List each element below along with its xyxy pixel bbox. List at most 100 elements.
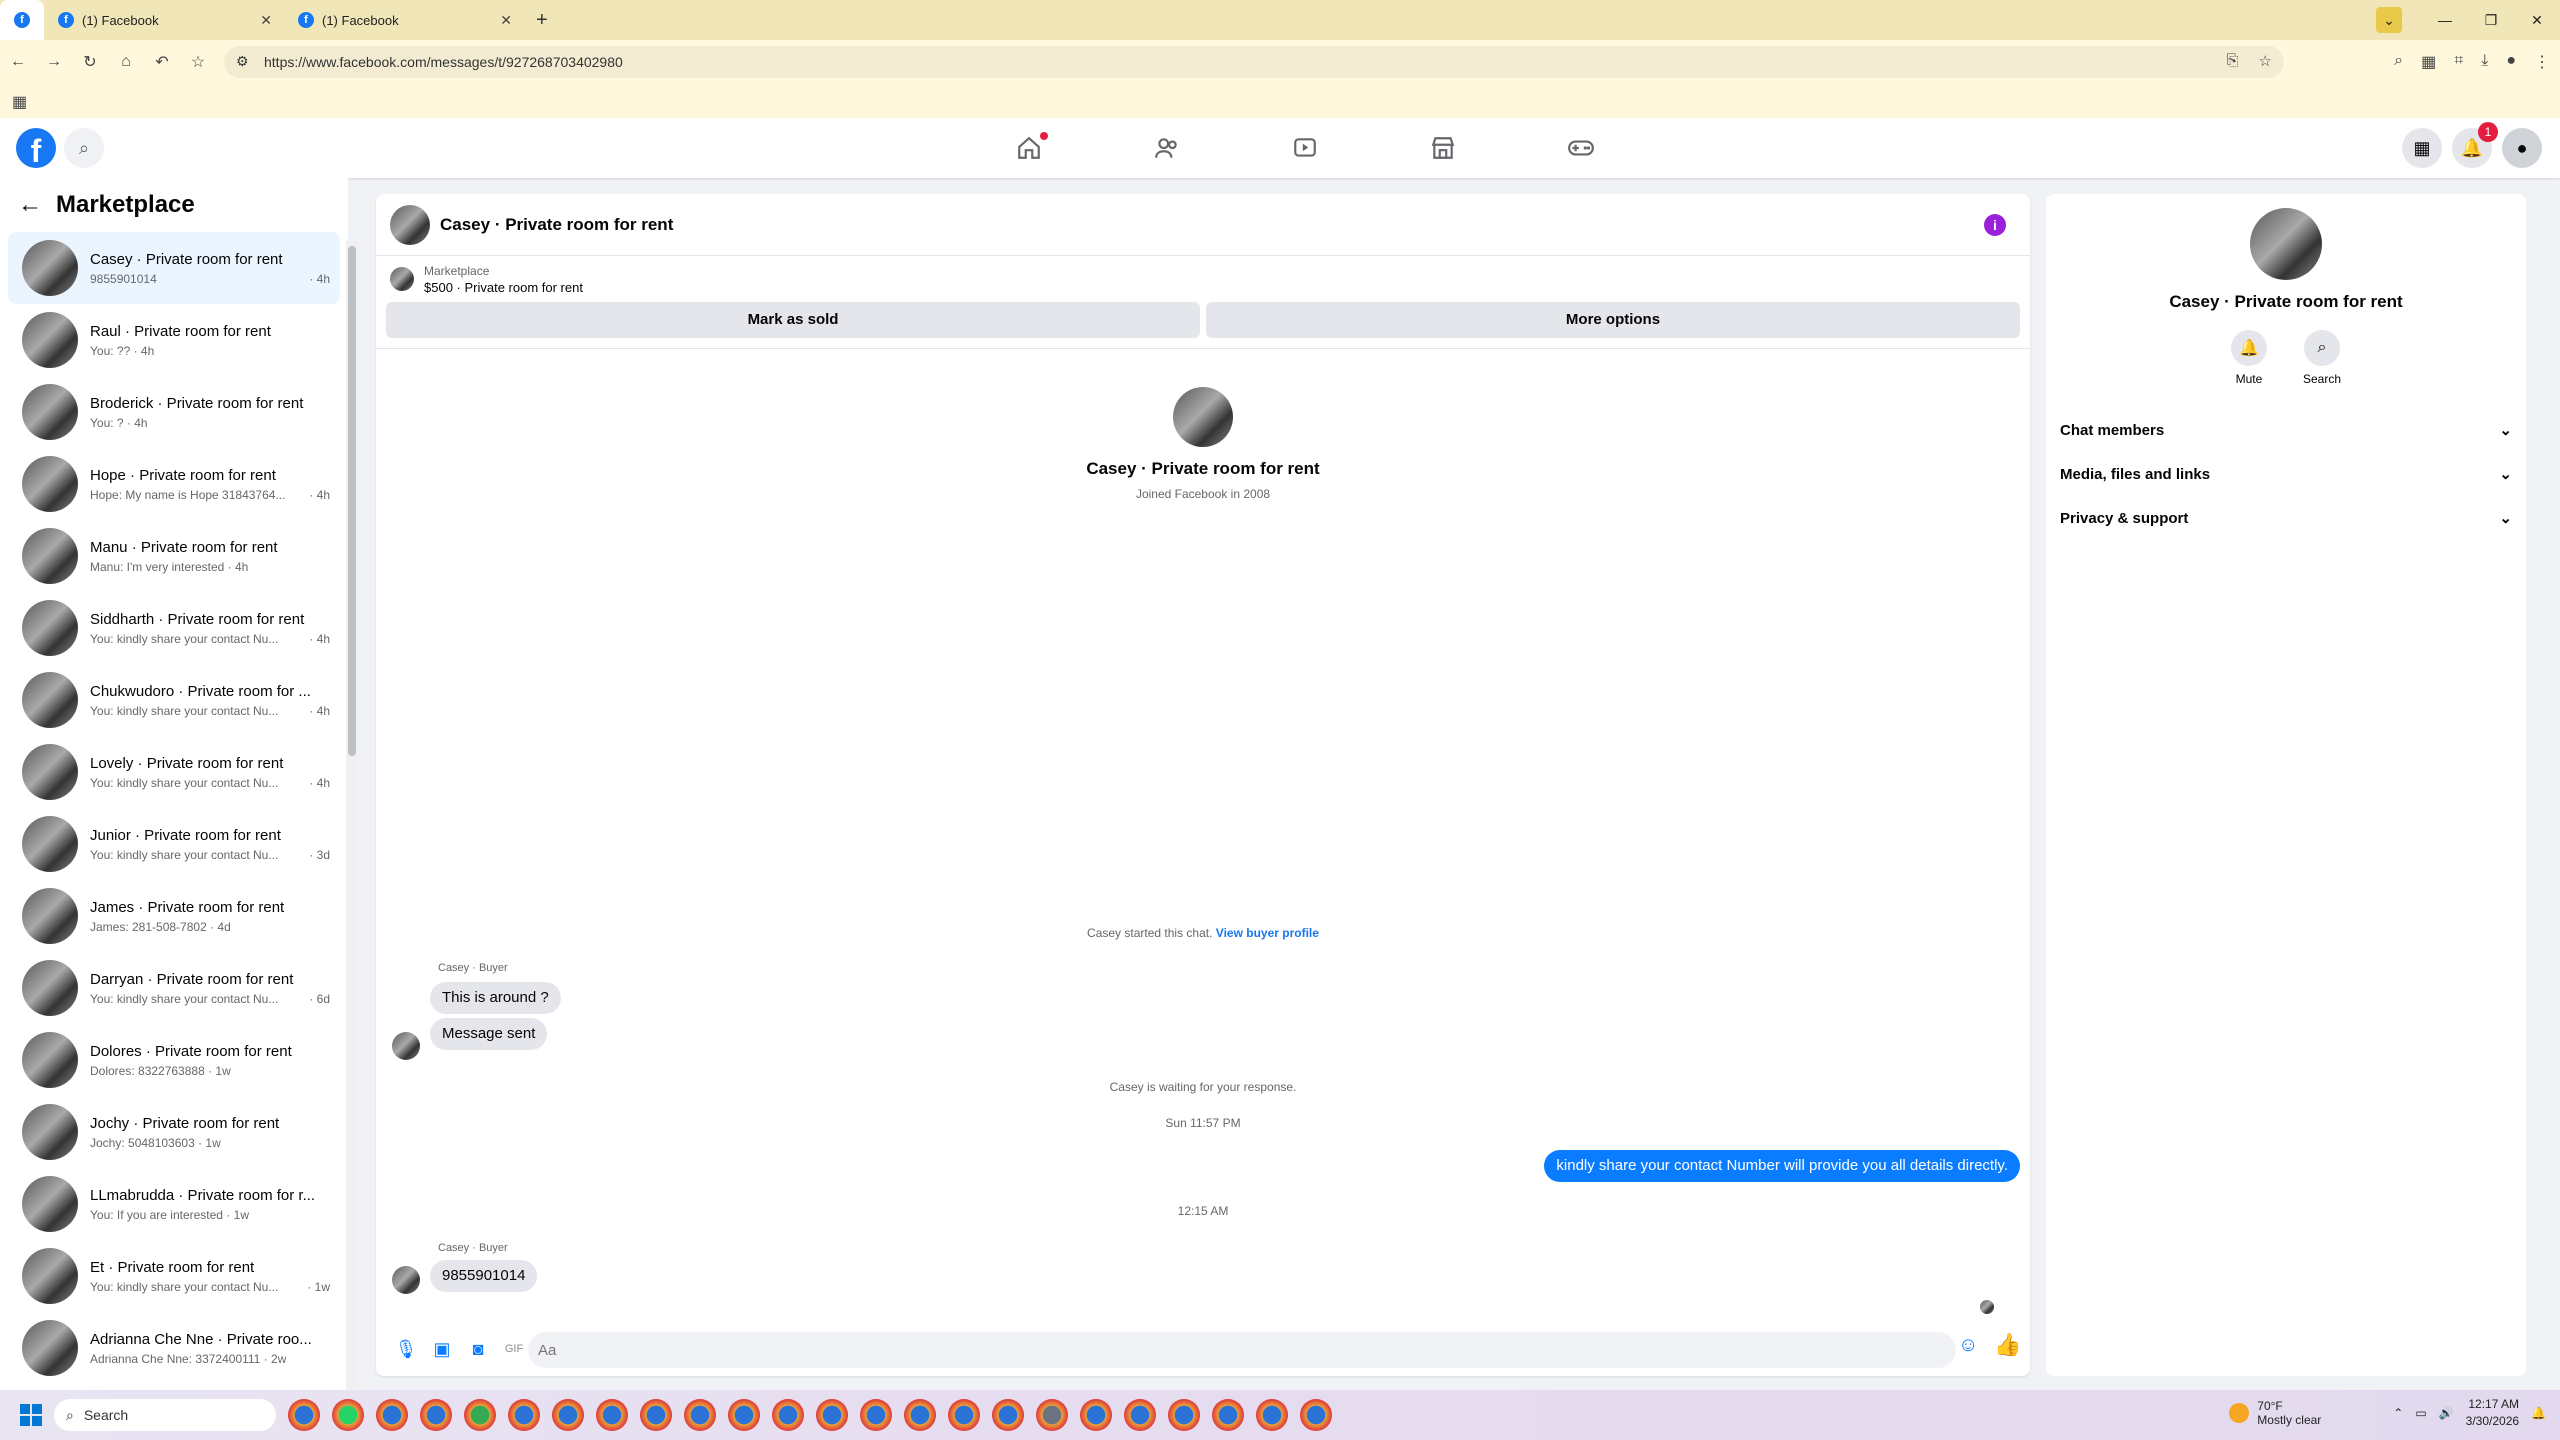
crop-icon[interactable]: ⌗ <box>2454 52 2463 72</box>
listing-summary[interactable]: Marketplace $500 · Private room for rent <box>376 256 2030 302</box>
home-tab[interactable] <box>960 118 1098 178</box>
conversation-item[interactable]: James · Private room for rent James: 281-… <box>8 880 340 952</box>
taskbar-app-icon[interactable] <box>1080 1399 1112 1431</box>
incoming-message[interactable]: 9855901014 <box>430 1260 538 1292</box>
bookmark-star-icon[interactable]: ☆ <box>180 52 216 72</box>
taskbar-app-icon[interactable] <box>728 1399 760 1431</box>
taskbar-app-icon[interactable] <box>288 1399 320 1431</box>
section-privacy-support[interactable]: Privacy & support ⌄ <box>2046 496 2526 540</box>
chat-avatar[interactable] <box>390 204 430 245</box>
facebook-logo-icon[interactable]: f <box>16 128 56 169</box>
conversation-item[interactable]: Manu · Private room for rent Manu: I'm ve… <box>8 520 340 592</box>
apps-grid-icon[interactable]: ▦ <box>12 92 27 112</box>
url-field[interactable]: ⚙ https://www.facebook.com/messages/t/92… <box>224 46 2284 78</box>
microphone-icon[interactable]: 🎙 <box>388 1331 424 1367</box>
taskbar-app-icon[interactable] <box>1300 1399 1332 1431</box>
conversation-item[interactable]: Adrianna Che Nne · Private roo... Adriann… <box>8 1312 340 1384</box>
taskbar-app-icon[interactable] <box>1256 1399 1288 1431</box>
site-info-icon[interactable]: ⚙ <box>236 53 249 70</box>
menu-grid-icon[interactable]: ▦ <box>2402 128 2442 168</box>
conversation-item[interactable]: Jochy · Private room for rent Jochy: 5048… <box>8 1096 340 1168</box>
incoming-message[interactable]: Message sent <box>430 1018 548 1050</box>
section-chat-members[interactable]: Chat members ⌄ <box>2046 408 2526 452</box>
taskbar-app-icon[interactable] <box>1124 1399 1156 1431</box>
friends-tab[interactable] <box>1098 118 1236 178</box>
view-buyer-profile-link[interactable]: View buyer profile <box>1216 926 1319 940</box>
chevron-up-icon[interactable]: ⌃ <box>2393 1406 2403 1420</box>
conversation-item[interactable]: Casey · Private room for rent 9855901014 ·… <box>8 232 340 304</box>
conversation-item[interactable]: Raul · Private room for rent You: ?? · 4h <box>8 304 340 376</box>
reload-icon[interactable]: ↻ <box>72 52 108 72</box>
gaming-tab[interactable] <box>1512 118 1650 178</box>
browser-tab[interactable]: f (1) Facebook ✕ <box>284 0 524 40</box>
new-tab-icon[interactable]: + <box>524 9 560 32</box>
chat-title[interactable]: Casey · Private room for rent <box>440 215 673 235</box>
taskbar-search[interactable]: ⌕ Search <box>54 1399 276 1431</box>
outgoing-message[interactable]: kindly share your contact Number will pr… <box>1544 1150 2020 1182</box>
notifications-button[interactable]: 🔔 1 <box>2452 122 2498 168</box>
clock[interactable]: 12:17 AM 3/30/2026 <box>2466 1396 2519 1430</box>
mark-as-sold-button[interactable]: Mark as sold <box>386 302 1200 338</box>
video-tab[interactable] <box>1236 118 1374 178</box>
close-window-icon[interactable]: ✕ <box>2514 12 2560 29</box>
conversation-item[interactable]: Darryan · Private room for rent You: kind… <box>8 952 340 1024</box>
taskbar-app-icon[interactable] <box>684 1399 716 1431</box>
sender-avatar[interactable] <box>392 1032 420 1060</box>
download-icon[interactable]: ⤓ <box>2481 52 2488 72</box>
conversation-item[interactable]: LLmabrudda · Private room for r... You: I… <box>8 1168 340 1240</box>
conversation-item[interactable]: Dolores · Private room for rent Dolores: … <box>8 1024 340 1096</box>
conversation-item[interactable]: Et · Private room for rent You: kindly sh… <box>8 1240 340 1312</box>
taskbar-app-icon[interactable] <box>772 1399 804 1431</box>
conversation-item[interactable]: Siddharth · Private room for rent You: ki… <box>8 592 340 664</box>
restore-icon[interactable]: ❐ <box>2468 12 2514 29</box>
volume-icon[interactable]: 🔊 <box>2439 1406 2454 1420</box>
account-avatar[interactable]: ● <box>2502 128 2542 168</box>
search-button[interactable]: ⌕ Search <box>2303 330 2341 386</box>
scrollbar-thumb[interactable] <box>348 246 356 756</box>
photo-icon[interactable]: ▣ <box>424 1331 460 1367</box>
taskbar-app-icon[interactable] <box>1036 1399 1068 1431</box>
extensions-icon[interactable]: ▦ <box>2421 52 2436 72</box>
minimize-icon[interactable]: — <box>2422 12 2468 28</box>
back-arrow-icon[interactable]: ← <box>18 191 42 219</box>
forward-icon[interactable]: → <box>36 53 72 71</box>
info-icon[interactable]: i <box>1984 214 2006 236</box>
taskbar-app-icon[interactable] <box>376 1399 408 1431</box>
message-input[interactable] <box>528 1332 1956 1368</box>
taskbar-app-icon[interactable] <box>508 1399 540 1431</box>
more-options-button[interactable]: More options <box>1206 302 2020 338</box>
search-icon[interactable]: ⌕ <box>64 128 104 168</box>
sidebar-scrollbar[interactable] <box>346 240 358 1390</box>
taskbar-app-icon[interactable] <box>1212 1399 1244 1431</box>
tab-search-chevron-icon[interactable]: ⌄ <box>2376 7 2402 33</box>
taskbar-app-icon[interactable] <box>552 1399 584 1431</box>
mute-button[interactable]: 🔔 Mute <box>2230 330 2267 386</box>
menu-icon[interactable]: ⋮ <box>2534 52 2550 72</box>
home-icon[interactable]: ⌂ <box>108 53 144 71</box>
undo-icon[interactable]: ↶ <box>144 52 180 72</box>
conversation-item[interactable]: Lovely · Private room for rent You: kindl… <box>8 736 340 808</box>
thumbs-up-icon[interactable]: 👍 <box>1994 1332 2021 1358</box>
zoom-icon[interactable]: ⌕ <box>2394 52 2403 72</box>
conversation-item[interactable]: Broderick · Private room for rent You: ? … <box>8 376 340 448</box>
profile-icon[interactable]: ● <box>2506 52 2516 72</box>
conversation-item[interactable]: Chukwudoro · Private room for ... You: ki… <box>8 664 340 736</box>
browser-tab-active[interactable]: f <box>0 0 44 40</box>
emoji-icon[interactable]: ☺ <box>1958 1334 1978 1357</box>
install-app-icon[interactable]: ⎘ <box>2227 52 2239 70</box>
close-tab-icon[interactable]: ✕ <box>500 12 512 29</box>
taskbar-app-icon[interactable] <box>948 1399 980 1431</box>
taskbar-app-icon[interactable] <box>992 1399 1024 1431</box>
weather-widget[interactable]: 70°F Mostly clear <box>2229 1399 2321 1427</box>
taskbar-app-icon[interactable] <box>904 1399 936 1431</box>
star-icon[interactable]: ☆ <box>2259 52 2272 70</box>
windows-start-icon[interactable] <box>20 1404 42 1426</box>
browser-tab[interactable]: f (1) Facebook ✕ <box>44 0 284 40</box>
taskbar-app-icon[interactable] <box>332 1399 364 1431</box>
taskbar-app-icon[interactable] <box>596 1399 628 1431</box>
taskbar-app-icon[interactable] <box>420 1399 452 1431</box>
gif-icon[interactable]: GIF <box>496 1331 532 1367</box>
taskbar-app-icon[interactable] <box>640 1399 672 1431</box>
conversation-item[interactable]: Junior · Private room for rent You: kindl… <box>8 808 340 880</box>
sender-avatar[interactable] <box>392 1266 420 1294</box>
